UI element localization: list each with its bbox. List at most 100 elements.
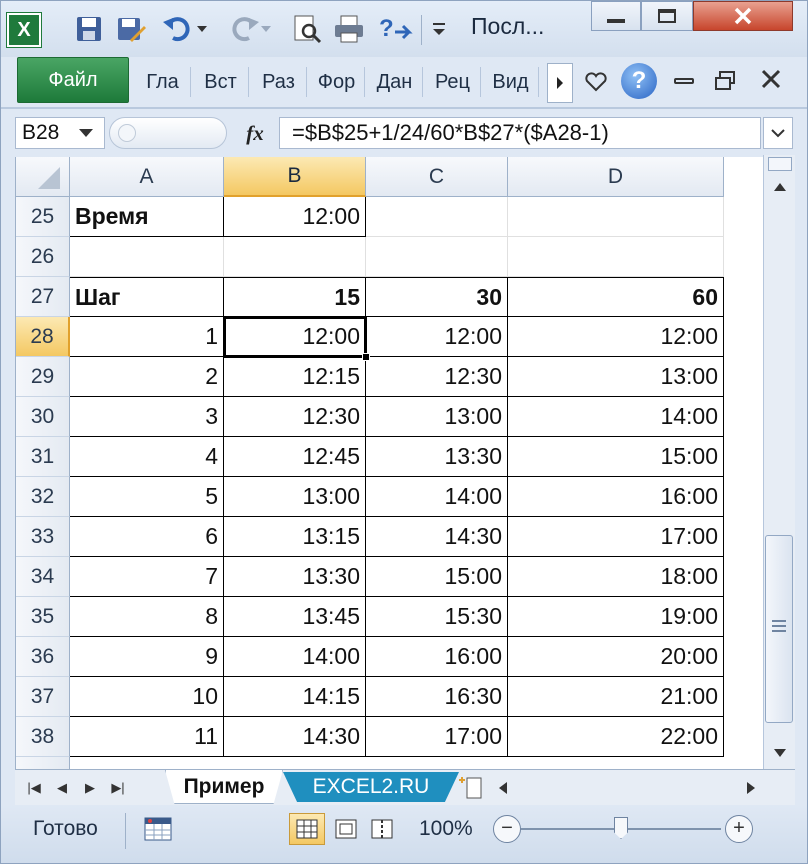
cell-c[interactable]: 12:30 — [366, 357, 508, 397]
macro-record-icon[interactable] — [141, 813, 175, 845]
expand-formula-bar-button[interactable] — [763, 117, 793, 149]
cell-b[interactable]: 12:45 — [224, 437, 366, 477]
ribbon-scroll-right-button[interactable] — [547, 63, 573, 103]
cell-a[interactable]: Шаг — [70, 277, 224, 317]
cell-a[interactable]: 6 — [70, 517, 224, 557]
minimize-button[interactable] — [591, 1, 641, 31]
cell-c[interactable]: 17:00 — [366, 717, 508, 757]
horizontal-scrollbar[interactable] — [495, 776, 759, 800]
cell-a[interactable]: 7 — [70, 557, 224, 597]
redo-icon[interactable] — [223, 11, 275, 47]
save-icon[interactable] — [71, 11, 107, 47]
zoom-level-button[interactable]: 100% — [419, 817, 473, 841]
cell-d[interactable]: 19:00 — [508, 597, 724, 637]
row-header[interactable]: 26 — [16, 237, 70, 277]
cell-b[interactable] — [224, 237, 366, 277]
row-header-partial[interactable] — [16, 757, 70, 769]
tab-home[interactable]: Гла — [135, 67, 191, 97]
tab-page-layout[interactable]: Раз — [251, 67, 307, 97]
tab-insert[interactable]: Вст — [193, 67, 249, 97]
sheet-tab-excel2[interactable]: EXCEL2.RU — [283, 772, 459, 802]
ribbon-minimize-icon[interactable] — [671, 71, 697, 91]
excel-logo-icon[interactable]: X — [7, 13, 41, 47]
cell-b[interactable]: 13:45 — [224, 597, 366, 637]
workbook-close-icon[interactable] — [759, 67, 785, 93]
undo-icon[interactable] — [159, 11, 211, 47]
cell-d[interactable]: 22:00 — [508, 717, 724, 757]
name-box-dropdown-icon[interactable] — [77, 126, 97, 140]
cell-b[interactable]: 13:15 — [224, 517, 366, 557]
cell-b[interactable]: 12:00 — [224, 197, 366, 237]
worksheet-grid[interactable]: ABCD 25 Время 12:00 26 27 Шаг 15 30 60 28 1 12:00 12… — [15, 157, 763, 769]
cell-c[interactable]: 14:30 — [366, 517, 508, 557]
heart-icon[interactable] — [583, 69, 609, 95]
cell-b[interactable]: 15 — [224, 277, 366, 317]
row-header[interactable]: 35 — [16, 597, 70, 637]
cell-a[interactable]: 4 — [70, 437, 224, 477]
cell-a[interactable]: 9 — [70, 637, 224, 677]
cell-a[interactable] — [70, 237, 224, 277]
vertical-scroll-thumb[interactable] — [765, 535, 793, 723]
row-header[interactable]: 33 — [16, 517, 70, 557]
row-header[interactable]: 27 — [16, 277, 70, 317]
cell-d[interactable]: 14:00 — [508, 397, 724, 437]
split-box[interactable] — [768, 157, 792, 171]
cell-a[interactable]: 10 — [70, 677, 224, 717]
insert-sheet-icon[interactable] — [455, 774, 485, 802]
cell-d[interactable]: 18:00 — [508, 557, 724, 597]
cell-d[interactable]: 12:00 — [508, 317, 724, 357]
tab-formulas[interactable]: Фор — [309, 67, 365, 97]
cell-b[interactable]: 14:30 — [224, 717, 366, 757]
customize-qat-icon[interactable] — [427, 11, 451, 47]
cell-c[interactable]: 16:00 — [366, 637, 508, 677]
cell-a[interactable]: 11 — [70, 717, 224, 757]
row-header[interactable]: 29 — [16, 357, 70, 397]
first-sheet-icon[interactable]: |◀ — [21, 776, 47, 800]
cell-d[interactable]: 21:00 — [508, 677, 724, 717]
cell-b[interactable]: 12:00 — [224, 317, 366, 357]
select-all-corner[interactable] — [16, 157, 70, 197]
row-header[interactable]: 36 — [16, 637, 70, 677]
cell-d[interactable] — [508, 197, 724, 237]
row-header[interactable]: 31 — [16, 437, 70, 477]
column-header-b[interactable]: B — [224, 157, 366, 197]
page-break-view-button[interactable] — [367, 813, 397, 845]
cell-d[interactable] — [508, 237, 724, 277]
formula-input[interactable]: =$B$25+1/24/60*B$27*($A28-1) — [279, 117, 761, 149]
scroll-up-icon[interactable] — [770, 177, 790, 197]
close-button[interactable] — [693, 1, 793, 31]
cell-b[interactable]: 12:15 — [224, 357, 366, 397]
cell-c[interactable]: 30 — [366, 277, 508, 317]
cell-d[interactable]: 20:00 — [508, 637, 724, 677]
normal-view-button[interactable] — [289, 813, 325, 845]
cell-c[interactable]: 13:00 — [366, 397, 508, 437]
tab-view[interactable]: Вид — [483, 67, 539, 97]
cell-b[interactable]: 13:30 — [224, 557, 366, 597]
save-as-icon[interactable] — [113, 11, 149, 47]
cell-c[interactable] — [366, 237, 508, 277]
row-header[interactable]: 32 — [16, 477, 70, 517]
file-tab[interactable]: Файл — [17, 57, 129, 103]
scroll-down-icon[interactable] — [770, 743, 790, 763]
help-arrow-icon[interactable]: ? — [375, 11, 415, 47]
restore-button[interactable] — [641, 1, 693, 31]
cell-c[interactable]: 15:00 — [366, 557, 508, 597]
last-sheet-icon[interactable]: ▶| — [105, 776, 131, 800]
print-icon[interactable] — [331, 11, 367, 47]
cell-a[interactable]: 3 — [70, 397, 224, 437]
scroll-left-icon[interactable] — [495, 776, 511, 800]
cell-b[interactable]: 14:00 — [224, 637, 366, 677]
cell-d[interactable]: 60 — [508, 277, 724, 317]
column-header-d[interactable]: D — [508, 157, 724, 197]
row-header[interactable]: 38 — [16, 717, 70, 757]
cell-d[interactable]: 13:00 — [508, 357, 724, 397]
cell-c[interactable]: 14:00 — [366, 477, 508, 517]
cell-a[interactable]: 8 — [70, 597, 224, 637]
cell-a[interactable]: 2 — [70, 357, 224, 397]
cell-c[interactable]: 16:30 — [366, 677, 508, 717]
row-header[interactable]: 28 — [16, 317, 70, 357]
cell-d[interactable]: 15:00 — [508, 437, 724, 477]
cell-c[interactable]: 13:30 — [366, 437, 508, 477]
fill-handle[interactable] — [362, 353, 370, 361]
zoom-out-button[interactable]: − — [493, 815, 521, 843]
